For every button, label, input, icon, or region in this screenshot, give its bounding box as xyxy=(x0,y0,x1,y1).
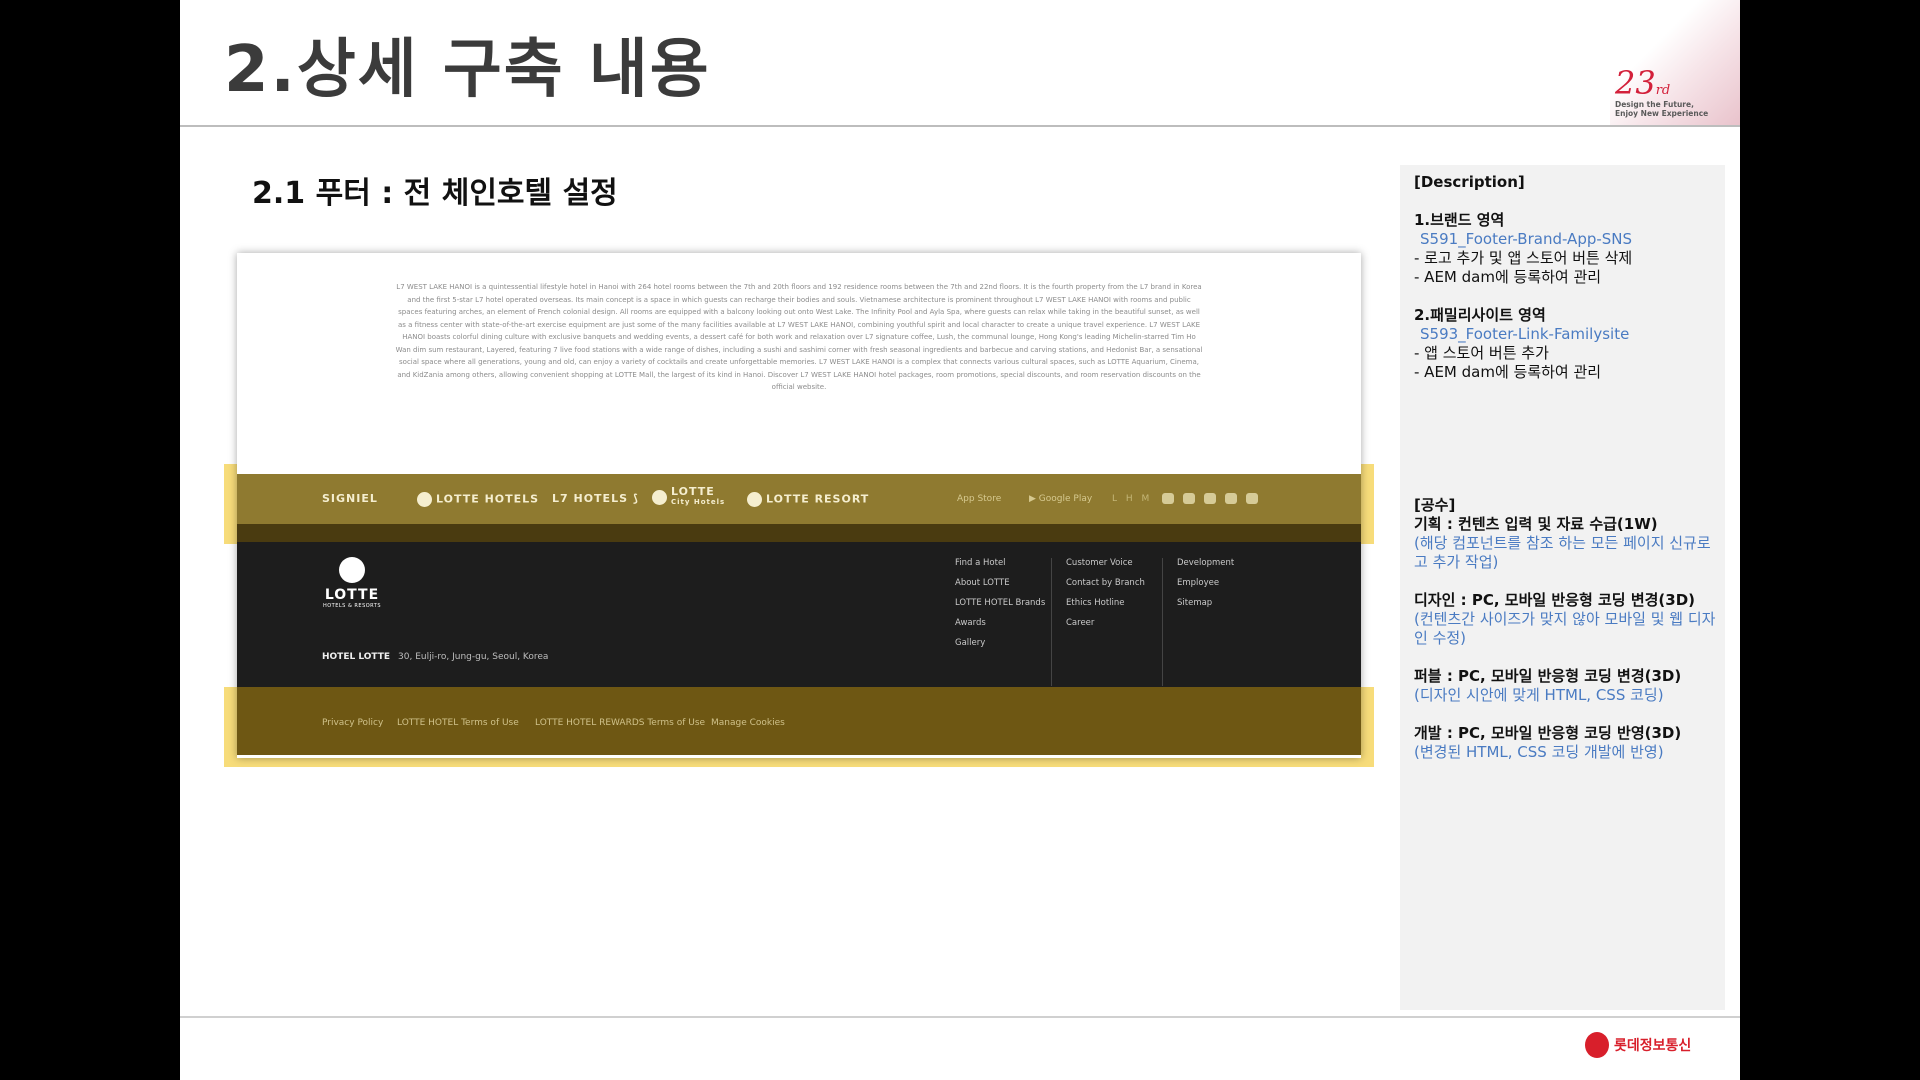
lotte-pin-icon xyxy=(1585,1032,1609,1058)
publish-note: (디자인 시안에 맞게 HTML, CSS 코딩) xyxy=(1414,686,1664,704)
badge-slogan: Design the Future, Enjoy New Experience xyxy=(1615,100,1709,118)
lotte-logo-icon xyxy=(417,492,432,507)
rewards-terms-link[interactable]: LOTTE HOTEL REWARDS Terms of Use xyxy=(535,718,705,728)
footer-link[interactable]: Awards xyxy=(955,618,1045,638)
company-logo: 롯데정보통신 xyxy=(1585,1032,1691,1058)
footer-link[interactable]: Employee xyxy=(1177,578,1234,598)
footer-link[interactable]: Ethics Hotline xyxy=(1066,598,1145,618)
header-divider xyxy=(180,125,1740,127)
footer-main: LOTTE HOTELS & RESORTS HOTEL LOTTE 30, Eu… xyxy=(237,542,1361,687)
footer-divider xyxy=(1051,558,1052,686)
footer-link[interactable]: Contact by Branch xyxy=(1066,578,1145,598)
slide-title: 2.상세 구축 내용 xyxy=(224,33,711,107)
section2-title: 2.패밀리사이트 영역 xyxy=(1414,306,1546,324)
plan-note: (해당 컴포넌트를 참조 하는 모든 페이지 신규로고 추가 작업) xyxy=(1414,534,1711,571)
footer-link[interactable]: Customer Voice xyxy=(1066,558,1145,578)
footer-link[interactable]: Development xyxy=(1177,558,1234,578)
lotte-logo-icon xyxy=(747,492,762,507)
footer-link[interactable]: LOTTE HOTEL Brands xyxy=(955,598,1045,618)
brand-lotte-hotels[interactable]: LOTTE HOTELS xyxy=(417,492,539,507)
app-store-button[interactable]: App Store xyxy=(957,494,1001,504)
footer-link[interactable]: About LOTTE xyxy=(955,578,1045,598)
terms-of-use-link[interactable]: LOTTE HOTEL Terms of Use xyxy=(397,718,519,728)
hotel-intro-text: L7 WEST LAKE HANOI is a quintessential l… xyxy=(395,283,1203,391)
section1-line: - AEM dam에 등록하여 관리 xyxy=(1414,268,1602,286)
tripadvisor-icon[interactable] xyxy=(1162,493,1174,504)
lotte-emblem-icon xyxy=(339,557,365,583)
description-panel: [Description] 1.브랜드 영역 S591_Footer-Brand… xyxy=(1400,165,1725,1010)
facebook-icon[interactable] xyxy=(1183,493,1195,504)
section1-line: - 로고 추가 및 앱 스토어 버튼 삭제 xyxy=(1414,249,1633,267)
footer-links-col1: Find a Hotel About LOTTE LOTTE HOTEL Bra… xyxy=(955,558,1045,658)
brand-bar: SIGNIEL LOTTE HOTELS L7 HOTELS ⟆ LOTTE Ci… xyxy=(237,474,1361,524)
brand-bar-shadow xyxy=(237,524,1361,542)
description-header: [Description] xyxy=(1414,173,1525,191)
brand-signiel[interactable]: SIGNIEL xyxy=(322,492,378,505)
footer-link[interactable]: Gallery xyxy=(955,638,1045,658)
manage-cookies-link[interactable]: Manage Cookies xyxy=(711,718,785,728)
slide: 2.상세 구축 내용 23rd Design the Future, Enjoy… xyxy=(180,0,1740,1080)
publish-title: 퍼블 : PC, 모바일 반응형 코딩 변경(3D) xyxy=(1414,667,1682,685)
design-note: (컨텐츠간 사이즈가 맞지 않아 모바일 및 웹 디자인 수정) xyxy=(1414,610,1716,647)
section1-title: 1.브랜드 영역 xyxy=(1414,211,1505,229)
dev-title: 개발 : PC, 모바일 반응형 코딩 반영(3D) xyxy=(1414,724,1682,742)
section-subtitle: 2.1 푸터 : 전 체인호텔 설정 xyxy=(252,176,618,211)
lhm-logo[interactable]: L H M xyxy=(1112,494,1152,504)
footer-link[interactable]: Find a Hotel xyxy=(955,558,1045,578)
instagram-icon[interactable] xyxy=(1204,493,1216,504)
google-play-button[interactable]: ▶ Google Play xyxy=(1029,494,1092,504)
brand-lotte-city-hotels[interactable]: LOTTE City Hotels xyxy=(652,486,725,507)
footer-link[interactable]: Sitemap xyxy=(1177,598,1234,618)
lotte-logo-icon xyxy=(652,489,667,505)
footer-links-col3: Development Employee Sitemap xyxy=(1177,558,1234,618)
footer-links-col2: Customer Voice Contact by Branch Ethics … xyxy=(1066,558,1145,638)
plan-title: 기획 : 컨텐츠 입력 및 자료 수급(1W) xyxy=(1414,515,1658,533)
effort-header: [공수] xyxy=(1414,496,1456,514)
footer-lotte-logo[interactable]: LOTTE HOTELS & RESORTS xyxy=(322,557,382,609)
footer-divider xyxy=(1162,558,1163,686)
section2-code: S593_Footer-Link-Familysite xyxy=(1420,325,1630,343)
privacy-policy-link[interactable]: Privacy Policy xyxy=(322,718,383,728)
section2-line: - 앱 스토어 버튼 추가 xyxy=(1414,344,1549,362)
design-title: 디자인 : PC, 모바일 반응형 코딩 변경(3D) xyxy=(1414,591,1696,609)
sns-links xyxy=(1162,493,1258,504)
footer-address: HOTEL LOTTE 30, Eulji-ro, Jung-gu, Seoul,… xyxy=(322,652,549,662)
brand-lotte-resort[interactable]: LOTTE RESORT xyxy=(747,492,869,507)
youtube-icon[interactable] xyxy=(1225,493,1237,504)
footer-link[interactable]: Career xyxy=(1066,618,1145,638)
brand-l7-hotels[interactable]: L7 HOTELS ⟆ xyxy=(552,492,639,505)
dev-note: (변경된 HTML, CSS 코딩 개발에 반영) xyxy=(1414,743,1664,761)
chat-icon[interactable] xyxy=(1246,493,1258,504)
section1-code: S591_Footer-Brand-App-SNS xyxy=(1420,230,1633,248)
badge-number: 23rd xyxy=(1615,64,1671,102)
familysite-bar: Privacy Policy LOTTE HOTEL Terms of Use … xyxy=(237,687,1361,755)
footer-divider-line xyxy=(180,1016,1740,1018)
section2-line: - AEM dam에 등록하여 관리 xyxy=(1414,363,1602,381)
